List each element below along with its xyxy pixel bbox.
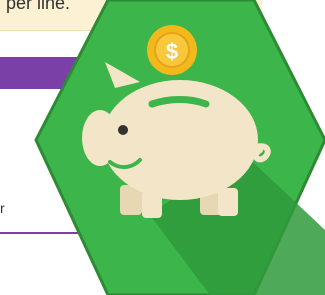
coin-icon: $	[147, 25, 197, 75]
piggy-bank-badge: $	[34, 0, 325, 295]
coin-symbol: $	[166, 39, 178, 64]
